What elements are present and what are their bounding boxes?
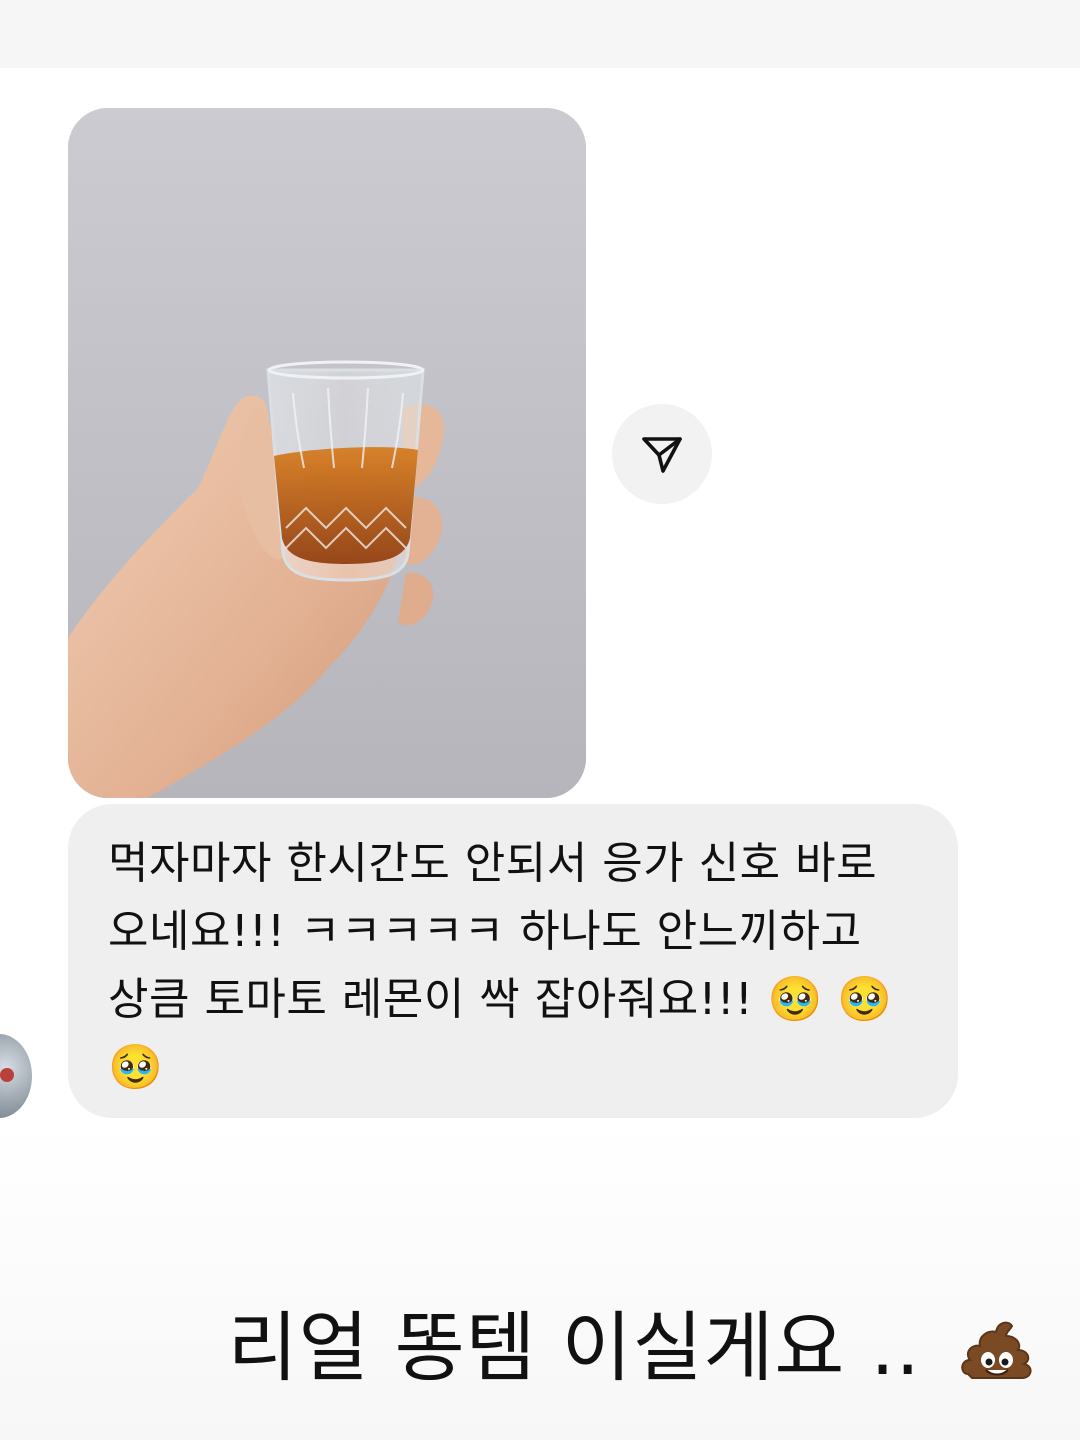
top-bar [0,0,1080,68]
received-message-bubble[interactable]: 먹자마자 한시간도 안되서 응가 신호 바로 오네요!!! ㅋㅋㅋㅋㅋ 하나도 … [68,804,958,1118]
reply-caption: 리얼 똥템 이실게요 .. [228,1298,1034,1410]
photo-hand-glass [68,108,586,798]
poo-emoji-icon [958,1310,1034,1410]
avatar-photo-detail [0,1068,14,1082]
send-triangle-icon [642,437,682,473]
reply-caption-text: 리얼 똥템 이실게요 .. [227,1303,921,1392]
photo-message[interactable] [68,108,586,798]
received-message-text: 먹자마자 한시간도 안되서 응가 신호 바로 오네요!!! ㅋㅋㅋㅋㅋ 하나도 … [108,838,908,1093]
share-button[interactable] [612,404,712,504]
avatar[interactable] [0,1034,32,1118]
